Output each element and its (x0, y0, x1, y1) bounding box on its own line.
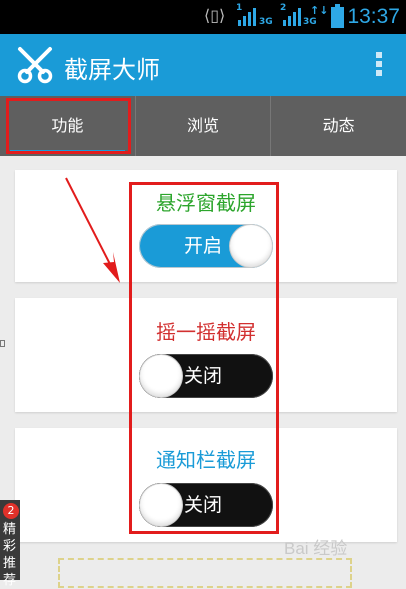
promo-label: 精彩推荐 (3, 522, 17, 588)
dashed-frame (58, 558, 352, 588)
watermark: Bai 经验 (284, 539, 348, 558)
annotation-arrow (65, 177, 120, 283)
featured-recommendations-tab[interactable]: 2 精彩推荐 (0, 500, 20, 588)
notification-badge: 2 (3, 503, 19, 519)
drag-handle (0, 340, 5, 347)
